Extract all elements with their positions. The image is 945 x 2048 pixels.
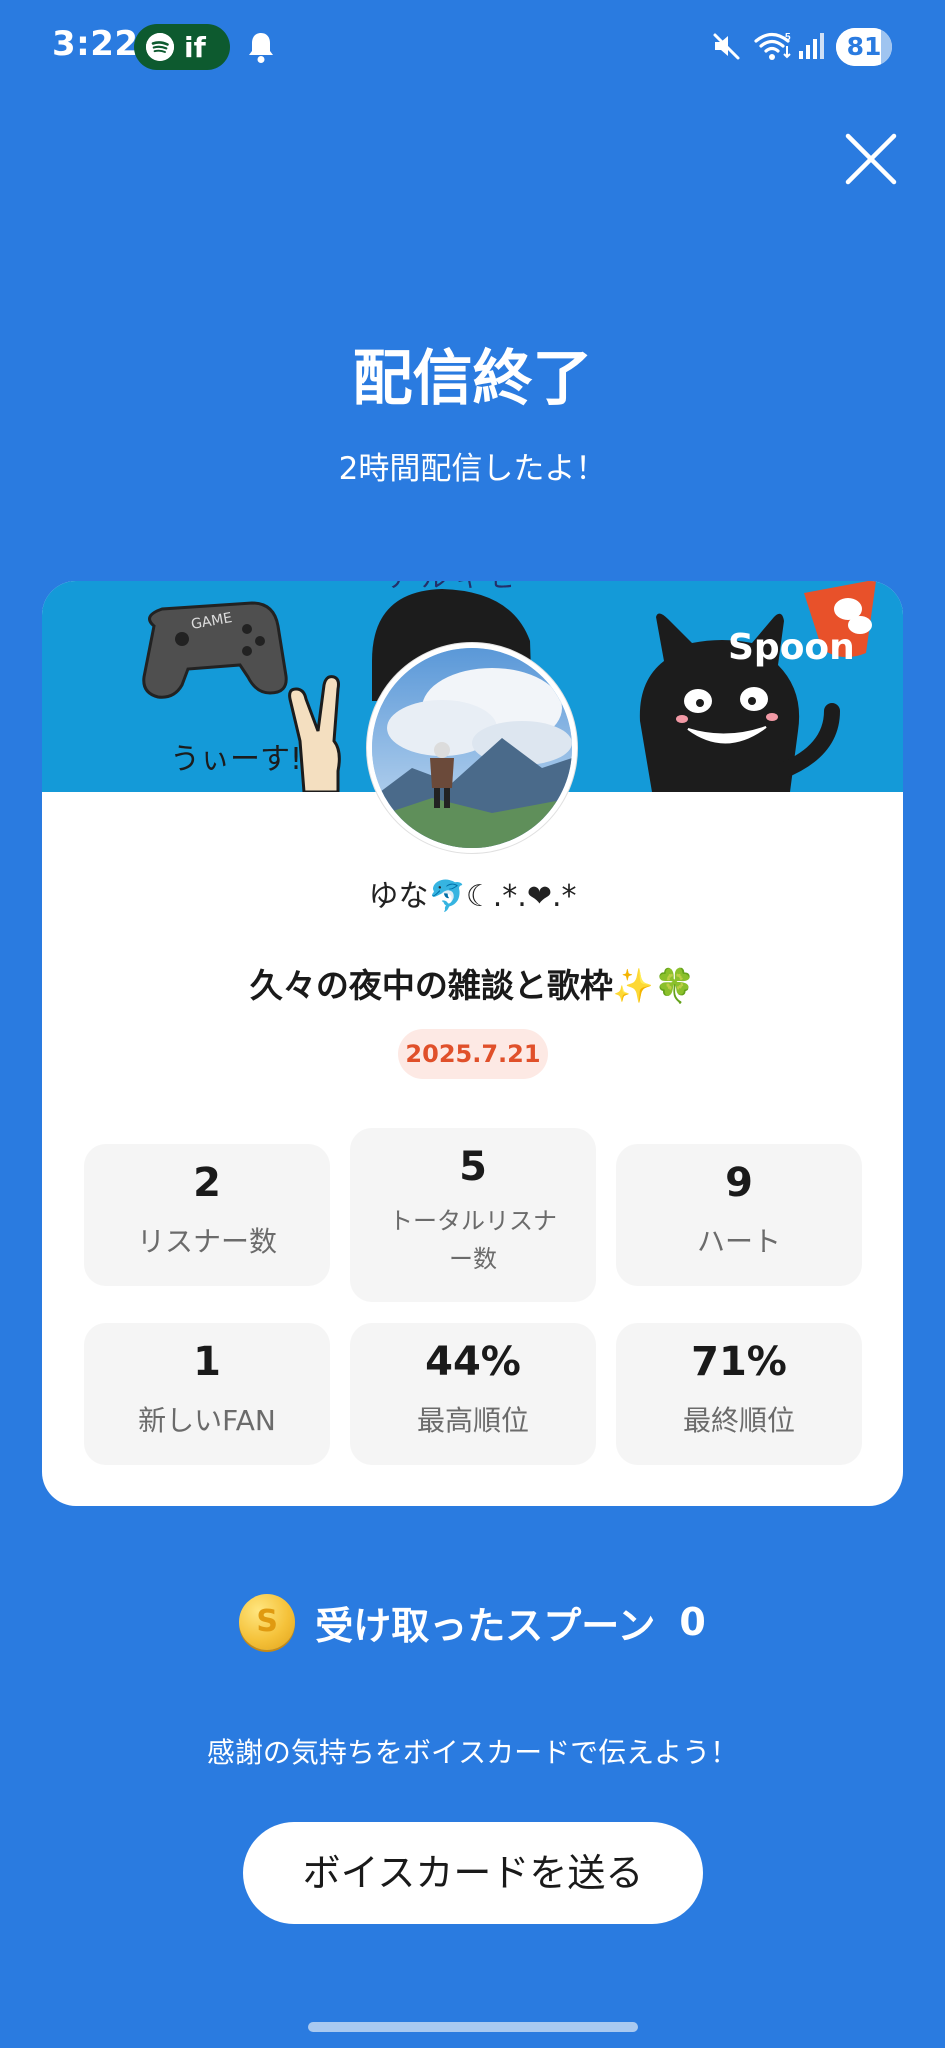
signal-icon: [799, 33, 824, 59]
live-title: 久々の夜中の雑談と歌枠✨🍀: [249, 966, 696, 1005]
stat-total-listeners-label-line2: ー数: [449, 1245, 497, 1273]
stat-hearts-value: 9: [725, 1160, 753, 1206]
battery-level: 81: [846, 32, 882, 61]
stat-best-rank: 44% 最高順位: [350, 1323, 596, 1465]
host-avatar[interactable]: [367, 643, 577, 853]
spotify-icon: [146, 33, 174, 61]
spotify-track-label: if: [184, 30, 206, 64]
stat-final-rank-label: 最終順位: [682, 1404, 795, 1437]
send-voice-card-button[interactable]: ボイスカードを送る: [243, 1822, 703, 1924]
mute-icon: [713, 33, 740, 60]
stat-total-listeners-label-line1: トータルリスナ: [389, 1207, 557, 1235]
spoon-brand-text: Spoon: [728, 627, 855, 668]
game-controller-illustration: GAME: [142, 601, 288, 699]
broadcast-summary-card: GAME うぃーす!! ア ル キ ビ: [42, 581, 903, 1506]
host-name: ゆな🐬☾.*.❤.*: [368, 879, 577, 914]
stat-final-rank-value: 71%: [691, 1339, 787, 1385]
stat-new-fans-label: 新しいFAN: [138, 1404, 276, 1437]
status-bar: 3:22 if 5 81: [0, 0, 945, 95]
date-badge: 2025.7.21: [398, 1029, 548, 1079]
thanks-message: 感謝の気持ちをボイスカードで伝えよう！: [206, 1736, 739, 1769]
bell-icon: [249, 33, 273, 63]
stat-final-rank: 71% 最終順位: [616, 1323, 862, 1465]
battery-icon: 81: [836, 28, 892, 66]
coin-letter: S: [256, 1604, 279, 1639]
stat-listeners-label: リスナー数: [136, 1225, 277, 1258]
svg-text:5: 5: [785, 32, 791, 43]
stat-hearts-label: ハート: [696, 1225, 781, 1258]
stat-total-listeners: 5 トータルリスナ ー数: [350, 1128, 596, 1302]
stat-best-rank-label: 最高順位: [416, 1404, 529, 1437]
spotify-now-playing-pill[interactable]: if: [134, 24, 230, 70]
broadcast-duration-text: 2時間配信したよ！: [338, 451, 607, 487]
svg-text:ア ル キ ビ: ア ル キ ビ: [387, 581, 516, 594]
received-spoons-row: S 受け取ったスプーン 0: [0, 1590, 945, 1654]
stat-total-listeners-value: 5: [459, 1144, 487, 1190]
status-time: 3:22: [52, 24, 139, 64]
stat-new-fans-value: 1: [193, 1339, 221, 1385]
stat-listeners-value: 2: [193, 1160, 221, 1206]
coin-icon: S: [239, 1594, 296, 1650]
stat-best-rank-value: 44%: [425, 1339, 521, 1385]
page-title: 配信終了: [352, 344, 593, 414]
received-spoons-count: 0: [679, 1600, 706, 1644]
spoon-logo: Spoon: [728, 581, 876, 668]
stat-new-fans: 1 新しいFAN: [84, 1323, 330, 1465]
close-icon[interactable]: [842, 130, 900, 188]
received-spoons-label: 受け取ったスプーン: [315, 1603, 656, 1648]
banner-scribble-text: うぃーす!!: [170, 742, 314, 777]
stat-hearts: 9 ハート: [616, 1144, 862, 1286]
stat-listeners: 2 リスナー数: [84, 1144, 330, 1286]
wifi-icon: 5: [754, 32, 791, 60]
home-indicator[interactable]: [308, 2022, 638, 2032]
